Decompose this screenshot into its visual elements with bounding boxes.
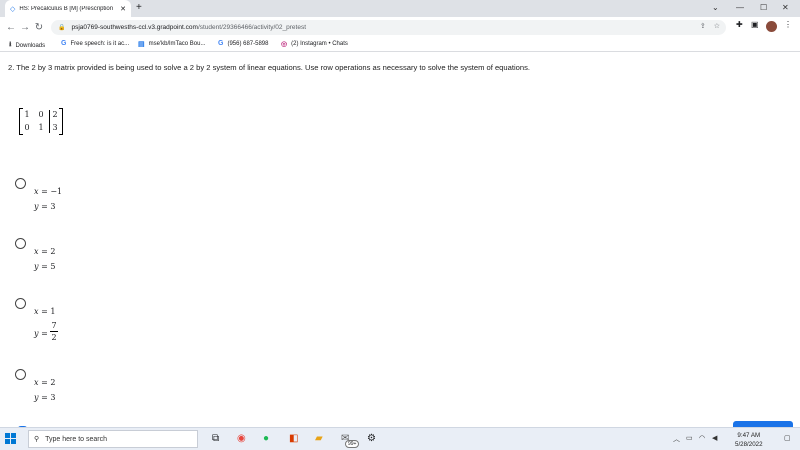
bookmarks-bar: ⭳ Downloads G Free speech: is it ac... ▤… [0,38,800,52]
url-host: psja0769-southwesths-ccl.v3.gradpoint.co… [71,24,198,31]
wifi-icon[interactable]: ◠ [699,434,705,442]
bookmark-instagram[interactable]: ◎ (2) Instagram • Chats [281,40,348,48]
bookmark-taco[interactable]: ▤ mse'kb/lmTaco Bou... [138,40,205,48]
bookmark-label: Free speech: is it ac... [70,40,130,47]
back-icon[interactable]: ← [4,22,18,33]
fraction-denominator: 2 [51,333,57,342]
url-bar[interactable]: 🔒 psja0769-southwesths-ccl.v3.gradpoint.… [51,20,726,35]
reload-icon[interactable]: ↻ [32,22,46,33]
file-explorer-icon[interactable]: ▰ [315,433,323,445]
option-x: x = 2 [34,247,56,256]
matrix-cell: 0 [24,123,30,132]
taskbar-clock[interactable]: 9:47 AM 5/28/2022 [735,431,763,449]
bookmark-phone[interactable]: G (956) 687-5898 [218,40,268,47]
forward-icon[interactable]: → [18,22,32,33]
close-window-button[interactable]: ✕ [782,2,789,14]
option-x: x = 1 [34,307,56,316]
matrix-cell: 3 [52,123,58,132]
tab-title: HS: Precalculus B [M] (Prescription [19,5,114,12]
extensions-icon[interactable]: ✚ [736,20,743,29]
share-icon[interactable]: ⇪ [700,22,706,30]
url-path: /student/29366466/activity/02_pretest [197,24,306,31]
browser-tab-strip: ◇ HS: Precalculus B [M] (Prescription ✕ … [0,0,800,17]
bookmark-label: (2) Instagram • Chats [291,41,348,47]
radio-button[interactable] [15,238,26,249]
clock-time: 9:47 AM [737,432,761,439]
maximize-button[interactable]: ☐ [760,2,767,14]
fraction-bar [50,331,58,332]
bookmark-downloads[interactable]: ⭳ Downloads [9,40,45,51]
download-icon: ⭳ [9,41,12,48]
option-x: x = −1 [34,187,63,196]
chrome-icon[interactable]: ◉ [237,433,246,445]
spotify-icon[interactable]: ● [263,433,269,445]
matrix-cell: 1 [38,123,44,132]
instagram-icon: ◎ [281,41,288,48]
matrix-augment-line [49,110,50,133]
windows-start-icon[interactable] [5,433,17,445]
matrix-cell: 0 [38,110,44,119]
option-y: y = [34,329,48,338]
notifications-icon[interactable]: ▢ [784,434,791,442]
matrix-cell: 1 [24,110,30,119]
bookmark-free-speech[interactable]: G Free speech: is it ac... [61,40,129,47]
new-tab-button[interactable]: + [136,2,142,14]
fraction-numerator: 7 [51,321,57,330]
settings-gear-icon[interactable]: ⚙ [367,433,376,445]
option-y: y = 3 [34,202,56,211]
bookmark-label: mse'kb/lmTaco Bou... [148,41,206,47]
show-hidden-icons-icon[interactable]: ︿ [673,434,680,444]
taskbar-search-box[interactable]: ⚲ Type here to search [28,430,198,448]
notification-badge: 99+ [345,440,360,448]
page-content: 2. The 2 by 3 matrix provided is being u… [0,53,800,430]
lock-icon[interactable]: 🔒 [58,24,65,31]
profile-avatar[interactable] [766,21,777,32]
menu-icon[interactable]: ⋮ [784,20,792,29]
radio-button[interactable] [15,369,26,380]
tab-search-icon[interactable]: ⌄ [712,2,719,14]
doc-icon: ▤ [138,41,145,48]
clock-date: 5/28/2022 [735,441,763,448]
bookmark-label: (956) 687-5898 [227,40,269,47]
close-tab-icon[interactable]: ✕ [120,5,126,13]
side-panel-icon[interactable]: ▣ [751,20,759,29]
question-text: 2. The 2 by 3 matrix provided is being u… [8,63,530,72]
battery-icon[interactable]: ▭ [686,434,693,442]
option-y-fraction: 7 2 [50,321,58,342]
option-y: y = 3 [34,393,56,402]
radio-button[interactable] [15,178,26,189]
volume-icon[interactable]: ◀ [712,434,717,442]
matrix-cell: 2 [52,110,58,119]
bookmark-label: Downloads [15,42,46,49]
google-icon: G [61,40,67,47]
minimize-button[interactable]: — [736,2,744,14]
active-tab[interactable]: ◇ HS: Precalculus B [M] (Prescription ✕ [5,0,131,17]
task-view-icon[interactable]: ⧉ [212,433,219,445]
windows-taskbar: ⚲ Type here to search ⧉ ◉ ● ◧ ▰ ✉ 99+ ⚙ … [0,427,800,450]
radio-button[interactable] [15,298,26,309]
search-placeholder: Type here to search [45,435,108,443]
option-x: x = 2 [34,378,56,387]
address-toolbar: ← → ↻ 🔒 psja0769-southwesths-ccl.v3.grad… [0,17,800,38]
search-icon: ⚲ [34,436,40,443]
office-icon[interactable]: ◧ [289,433,298,445]
google-icon: G [218,40,224,47]
bookmark-star-icon[interactable]: ☆ [714,22,720,30]
gradpoint-favicon-icon: ◇ [10,5,16,13]
matrix-right-bracket [59,108,63,135]
option-y: y = 5 [34,262,56,271]
